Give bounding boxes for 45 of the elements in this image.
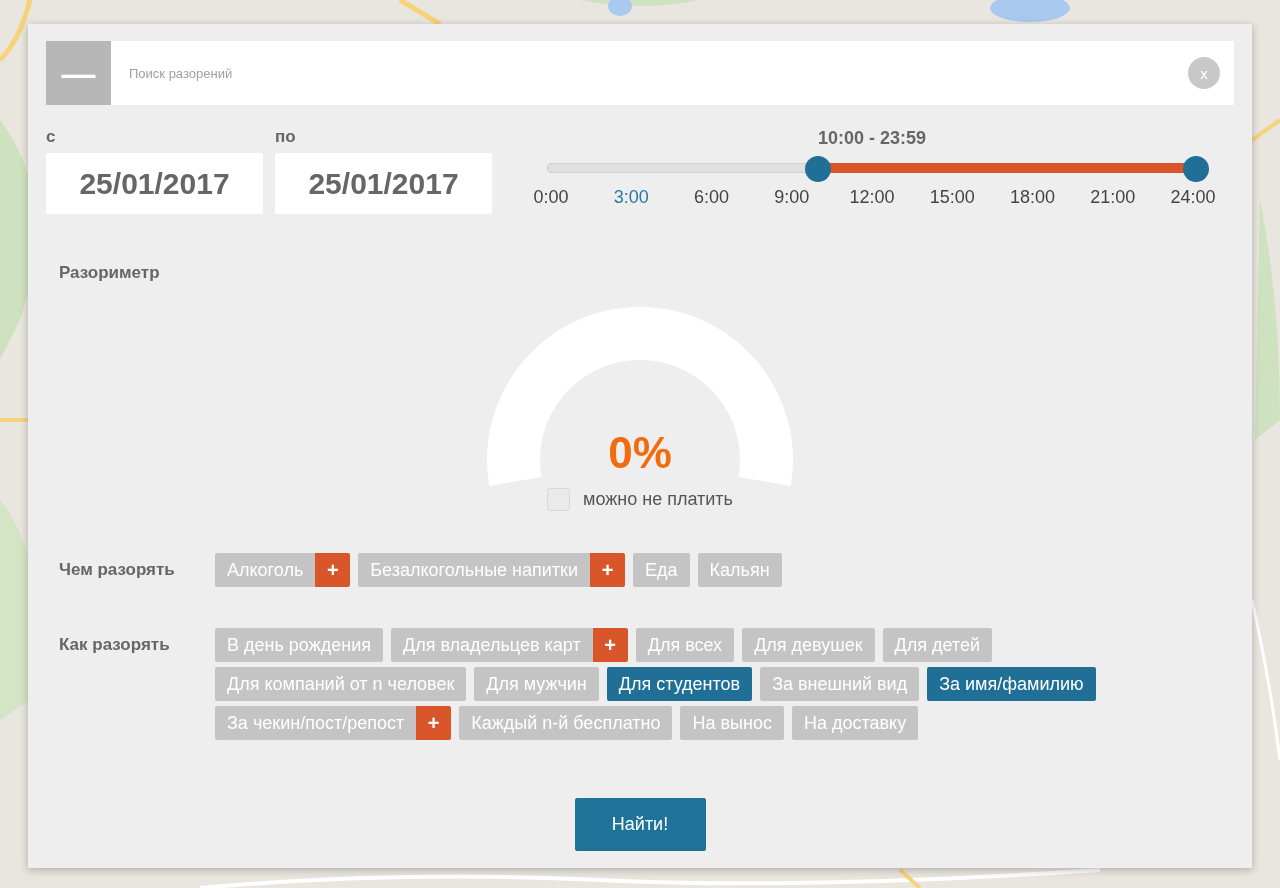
date-field[interactable]: 25/01/2017: [46, 153, 263, 214]
date-field[interactable]: 25/01/2017: [275, 153, 492, 214]
date-label: с: [46, 127, 57, 148]
tag[interactable]: За внешний вид: [760, 667, 920, 701]
tag[interactable]: В день рождения: [215, 628, 383, 662]
add-button[interactable]: +: [592, 628, 628, 662]
tag[interactable]: На доставку: [791, 706, 919, 740]
tag[interactable]: Кальян: [697, 553, 782, 587]
time-tick: 15:00: [928, 187, 976, 208]
collapse-button[interactable]: —: [46, 41, 111, 105]
tag[interactable]: За имя/фамилию: [927, 667, 1096, 701]
time-tick: 9:00: [773, 187, 811, 208]
time-tick: 3:00: [612, 187, 650, 208]
add-button[interactable]: +: [416, 706, 452, 740]
time-tick: 6:00: [692, 187, 730, 208]
time-range-reading: 10:00 - 23:59: [817, 128, 927, 150]
tag[interactable]: За чекин/пост/репост: [215, 706, 417, 740]
tag[interactable]: Алкоголь: [215, 553, 316, 587]
checkbox-label: можно не платить: [583, 489, 733, 510]
gauge-reading: 0%: [608, 428, 672, 479]
time-tick: 12:00: [848, 187, 896, 208]
slider-handle[interactable]: [805, 156, 832, 182]
tag[interactable]: Для владельцев карт: [390, 628, 593, 662]
add-button[interactable]: +: [590, 553, 626, 587]
time-tick: 0:00: [532, 187, 570, 208]
tag[interactable]: Безалкогольные напитки: [358, 553, 591, 587]
group-title: Как разорять: [59, 634, 171, 656]
tag[interactable]: Еда: [633, 553, 690, 587]
tag[interactable]: На вынос: [680, 706, 784, 740]
tag[interactable]: Для детей: [882, 628, 993, 662]
group-title: Чем разорять: [59, 559, 176, 581]
add-button[interactable]: +: [315, 553, 351, 587]
date-label: по: [275, 127, 297, 148]
tag[interactable]: Для студентов: [606, 667, 753, 701]
tag[interactable]: Каждый n-й бесплатно: [459, 706, 673, 740]
time-tick: 21:00: [1089, 187, 1137, 208]
tag[interactable]: Для мужчин: [474, 667, 599, 701]
tag[interactable]: Для девушек: [742, 628, 875, 662]
section-title: Разориметр: [59, 263, 161, 283]
time-tick: 24:00: [1169, 187, 1217, 208]
slider-handle[interactable]: [1183, 156, 1209, 182]
time-tick: 18:00: [1008, 187, 1056, 208]
find-button[interactable]: Найти!: [574, 798, 706, 851]
tag[interactable]: Для компаний от n человек: [215, 667, 467, 701]
tag[interactable]: Для всех: [635, 628, 735, 662]
